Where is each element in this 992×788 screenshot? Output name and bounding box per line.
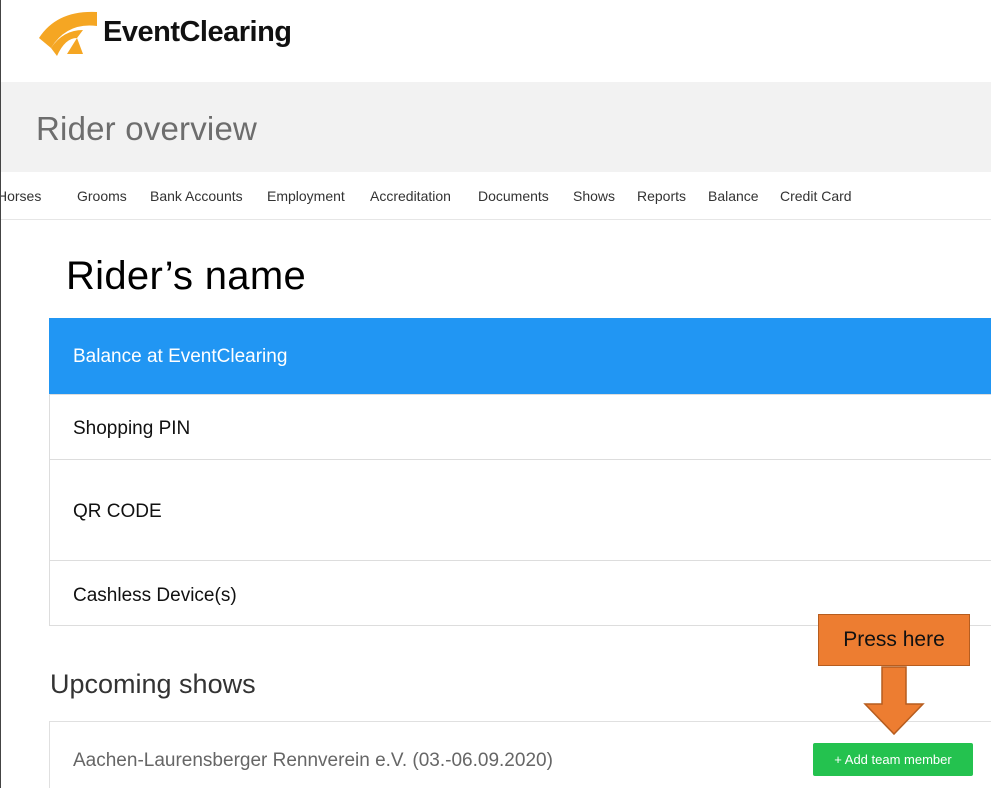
eventclearing-logo-icon[interactable]	[37, 8, 99, 58]
add-team-member-button[interactable]: + Add team member	[813, 743, 973, 776]
nav-item-balance[interactable]: Balance	[708, 188, 759, 204]
app-window: EventClearing Rider overview Horses Groo…	[0, 0, 991, 788]
nav-item-shows[interactable]: Shows	[573, 188, 615, 204]
nav-item-credit-card[interactable]: Credit Card	[780, 188, 852, 204]
panel-cashless-devices-label: Cashless Device(s)	[73, 585, 237, 606]
show-name: Aachen-Laurensberger Rennverein e.V. (03…	[73, 750, 553, 771]
panel-shopping-pin-label: Shopping PIN	[73, 418, 191, 439]
upcoming-shows-heading: Upcoming shows	[50, 669, 256, 699]
nav-item-documents[interactable]: Documents	[478, 188, 549, 204]
nav-item-accreditation[interactable]: Accreditation	[370, 188, 451, 204]
panel-balance[interactable]: Balance at EventClearing	[49, 318, 991, 394]
brand-name[interactable]: EventClearing	[103, 16, 292, 49]
nav-item-horses[interactable]: Horses	[1, 188, 41, 204]
panel-qr-code-label: QR CODE	[73, 501, 162, 522]
down-arrow-icon	[863, 666, 925, 736]
press-here-callout: Press here	[818, 614, 970, 666]
nav-item-employment[interactable]: Employment	[267, 188, 345, 204]
panel-qr-code[interactable]: QR CODE	[49, 459, 991, 561]
nav-item-grooms[interactable]: Grooms	[77, 188, 127, 204]
page-title: Rider overview	[36, 110, 258, 147]
header: EventClearing	[1, 0, 991, 82]
nav-item-bank-accounts[interactable]: Bank Accounts	[150, 188, 243, 204]
panel-balance-label: Balance at EventClearing	[73, 346, 288, 367]
panel-shopping-pin[interactable]: Shopping PIN	[49, 394, 991, 460]
rider-name-heading: Rider’s name	[66, 254, 307, 298]
page-title-band: Rider overview	[1, 82, 991, 172]
rider-nav: Horses Grooms Bank Accounts Employment A…	[1, 172, 991, 220]
show-row: Aachen-Laurensberger Rennverein e.V. (03…	[49, 721, 991, 788]
nav-item-reports[interactable]: Reports	[637, 188, 686, 204]
